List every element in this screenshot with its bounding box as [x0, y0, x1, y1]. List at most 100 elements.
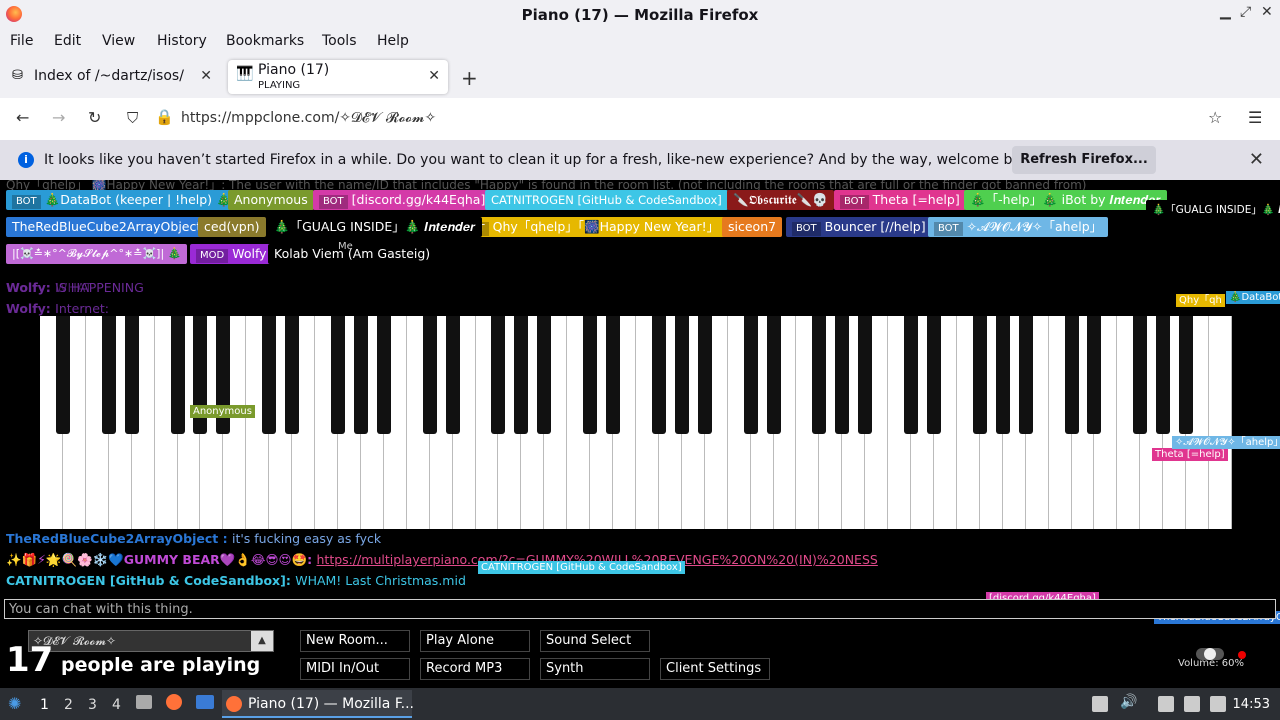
sound-select-button[interactable]: Sound Select	[540, 630, 650, 652]
piano-black-key[interactable]	[331, 316, 345, 434]
workspace-2[interactable]: 2	[64, 697, 73, 713]
back-icon[interactable]: ←	[16, 108, 29, 127]
shield-icon[interactable]: ⛉	[127, 109, 138, 127]
user-tag[interactable]: MOD Wolfy	[190, 244, 273, 264]
bookmark-star-icon[interactable]: ☆	[1208, 108, 1222, 127]
piano-black-key[interactable]	[285, 316, 300, 434]
start-menu-icon[interactable]: ✺	[8, 694, 21, 713]
workspace-1[interactable]: 1	[40, 697, 49, 713]
menu-view[interactable]: View	[102, 33, 135, 49]
piano-black-key[interactable]	[606, 316, 621, 434]
piano-black-key[interactable]	[766, 316, 781, 434]
piano-black-key[interactable]	[124, 316, 139, 434]
app-menu-icon[interactable]: ☰	[1248, 108, 1262, 127]
piano-black-key[interactable]	[376, 316, 391, 434]
user-tag[interactable]: BOT 🎄DataBot (keeper | !help) 🎄	[6, 190, 238, 210]
piano-black-key[interactable]	[1156, 316, 1171, 434]
tray-icon[interactable]	[1092, 696, 1108, 712]
piano-black-key[interactable]	[262, 316, 277, 434]
user-tag[interactable]: BOTQhy「qhelp」「🎆Happy New Year!」	[454, 217, 726, 237]
menu-file[interactable]: File	[10, 33, 33, 49]
menu-tools[interactable]: Tools	[322, 33, 357, 49]
network-icon[interactable]	[1210, 696, 1226, 712]
piano-black-key[interactable]	[697, 316, 712, 434]
piano-black-key[interactable]	[583, 316, 598, 434]
file-manager-icon[interactable]	[136, 695, 152, 709]
user-tag[interactable]: TheRedBlueCube2ArrayObject	[6, 217, 208, 237]
close-window-icon[interactable]: ✕	[1261, 4, 1273, 20]
piano-black-key[interactable]	[812, 316, 827, 434]
piano-black-key[interactable]	[674, 316, 689, 434]
taskbar-firefox-window[interactable]: Piano (17) — Mozilla F...	[222, 690, 414, 718]
client-settings-button[interactable]: Client Settings	[660, 658, 770, 680]
menu-bookmarks[interactable]: Bookmarks	[226, 33, 304, 49]
piano-keyboard[interactable]	[40, 316, 1232, 529]
piano-black-key[interactable]	[353, 316, 368, 434]
workspace-4[interactable]: 4	[112, 697, 121, 713]
close-tab-icon[interactable]: ✕	[428, 68, 440, 84]
minimize-icon[interactable]: ▁	[1220, 4, 1231, 20]
piano-black-key[interactable]	[1018, 316, 1033, 434]
piano-white-key[interactable]	[1209, 316, 1232, 529]
close-tab-icon[interactable]: ✕	[200, 68, 212, 84]
piano-black-key[interactable]	[858, 316, 873, 434]
user-tag[interactable]: BOT Bouncer [//help]	[786, 217, 932, 237]
piano-black-key[interactable]	[1179, 316, 1194, 434]
user-tag[interactable]: |[☠️≛∗°^𝓑𝔂𝓢𝓽𝓮𝓹^°∗≛☠️]| 🎄	[6, 244, 188, 264]
piano-black-key[interactable]	[927, 316, 941, 434]
user-tag[interactable]: Anonymous	[228, 190, 314, 210]
user-tag[interactable]: 🎄「GUALG INSIDE」🎄 𝑰𝒏𝒕𝒆𝒏𝒅𝒆𝒓	[1146, 200, 1280, 220]
chat-input[interactable]: You can chat with this thing.	[4, 599, 1276, 619]
piano-black-key[interactable]	[537, 316, 552, 434]
firefox-launcher-icon[interactable]	[166, 694, 182, 710]
piano-black-key[interactable]	[514, 316, 529, 434]
piano-black-key[interactable]	[835, 316, 850, 434]
piano-black-key[interactable]	[651, 316, 666, 434]
user-tag[interactable]: BOT [discord.gg/k44Eqha]	[313, 190, 492, 210]
refresh-firefox-button[interactable]: Refresh Firefox...	[1012, 146, 1156, 174]
menu-help[interactable]: Help	[377, 33, 409, 49]
display-icon[interactable]	[1184, 696, 1200, 712]
piano-black-key[interactable]	[1064, 316, 1079, 434]
user-tag[interactable]: 🎄「-help」🎄 iBot by 𝑰𝒏𝒕𝒆𝒏𝒅𝒆𝒓	[964, 190, 1167, 210]
new-tab-icon[interactable]: +	[461, 66, 478, 90]
piano-black-key[interactable]	[1133, 316, 1148, 434]
new-room-button[interactable]: New Room...	[300, 630, 410, 652]
terminal-icon[interactable]	[196, 695, 214, 709]
piano-black-key[interactable]	[101, 316, 116, 434]
piano-black-key[interactable]	[904, 316, 919, 434]
url-bar[interactable]: ⛉ 🔒 https://mppclone.com/✧𝓓𝓔𝓥 𝓡𝓸𝓸𝓶✧	[115, 103, 1235, 135]
close-notification-icon[interactable]: ✕	[1249, 149, 1264, 170]
synth-button[interactable]: Synth	[540, 658, 650, 680]
piano-black-key[interactable]	[170, 316, 185, 434]
maximize-icon[interactable]: ⤢	[1240, 4, 1251, 20]
user-tag[interactable]: 🔪𝕺𝖇𝖘𝖈𝖚𝖗𝖎𝖙𝖊🔪💀	[727, 190, 834, 210]
tab-index-isos[interactable]: ⛁ Index of /~dartz/isos/ ✕	[4, 60, 220, 94]
workspace-3[interactable]: 3	[88, 697, 97, 713]
user-tag[interactable]: BOT ✧𝓐𝓦𝓞𝓝𝓨✧「ahelp」	[928, 217, 1109, 237]
piano-black-key[interactable]	[55, 316, 70, 434]
menu-edit[interactable]: Edit	[54, 33, 81, 49]
chevron-up-icon[interactable]: ▲	[251, 631, 273, 651]
piano-black-key[interactable]	[972, 316, 987, 434]
menu-history[interactable]: History	[157, 33, 207, 49]
user-tag[interactable]: ced(vpn)	[198, 217, 266, 237]
user-tag[interactable]: CATNITROGEN [GitHub & CodeSandbox]	[485, 190, 728, 210]
piano-black-key[interactable]	[491, 316, 506, 434]
room-select[interactable]: ✧𝓓𝓔𝓥 𝓡𝓸𝓸𝓶✧ ▲	[28, 630, 274, 652]
volume-tray-icon[interactable]: 🔊	[1120, 694, 1137, 710]
user-tag[interactable]: BOT Theta [=help]	[834, 190, 966, 210]
clipboard-icon[interactable]	[1158, 696, 1174, 712]
piano-black-key[interactable]	[995, 316, 1010, 434]
piano-black-key[interactable]	[743, 316, 758, 434]
tab-piano[interactable]: 🎹 Piano (17) PLAYING ✕	[228, 60, 448, 94]
midi-button[interactable]: MIDI In/Out	[300, 658, 410, 680]
user-tag[interactable]: siceon7	[722, 217, 783, 237]
reload-icon[interactable]: ↻	[88, 108, 101, 127]
piano-black-key[interactable]	[445, 316, 460, 434]
record-mp3-button[interactable]: Record MP3	[420, 658, 530, 680]
piano-black-key[interactable]	[1087, 316, 1102, 434]
user-tag[interactable]: 🎄「GUALG INSIDE」🎄 𝑰𝒏𝒕𝒆𝒏𝒅𝒆𝒓	[268, 217, 482, 237]
piano-black-key[interactable]	[422, 316, 437, 434]
play-alone-button[interactable]: Play Alone	[420, 630, 530, 652]
